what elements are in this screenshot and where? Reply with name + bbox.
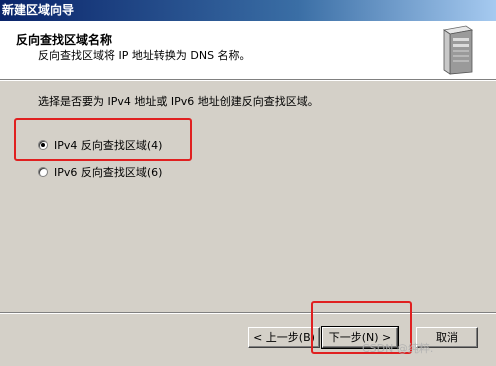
header-divider bbox=[0, 80, 496, 81]
protocol-prompt: 选择是否要为 IPv4 地址或 IPv6 地址创建反向查找区域。 bbox=[38, 95, 319, 108]
ipv6-option-label: IPv6 反向查找区域(6) bbox=[54, 166, 163, 179]
window-title: 新建区域向导 bbox=[2, 3, 75, 17]
back-button[interactable]: < 上一步(B) bbox=[248, 327, 320, 348]
ipv6-radio[interactable] bbox=[38, 167, 48, 177]
watermark: CSDN @纯粹. bbox=[362, 342, 434, 355]
header-title: 反向查找区域名称 bbox=[16, 33, 113, 47]
server-icon bbox=[442, 25, 474, 75]
footer-divider-light bbox=[0, 313, 496, 314]
window-titlebar[interactable]: 新建区域向导 bbox=[0, 0, 496, 21]
ipv4-highlight-box bbox=[14, 118, 192, 161]
header-subtitle: 反向查找区域将 IP 地址转换为 DNS 名称。 bbox=[38, 49, 251, 62]
wizard-header: 反向查找区域名称 反向查找区域将 IP 地址转换为 DNS 名称。 bbox=[0, 21, 496, 80]
ipv6-option[interactable]: IPv6 反向查找区域(6) bbox=[38, 164, 162, 180]
